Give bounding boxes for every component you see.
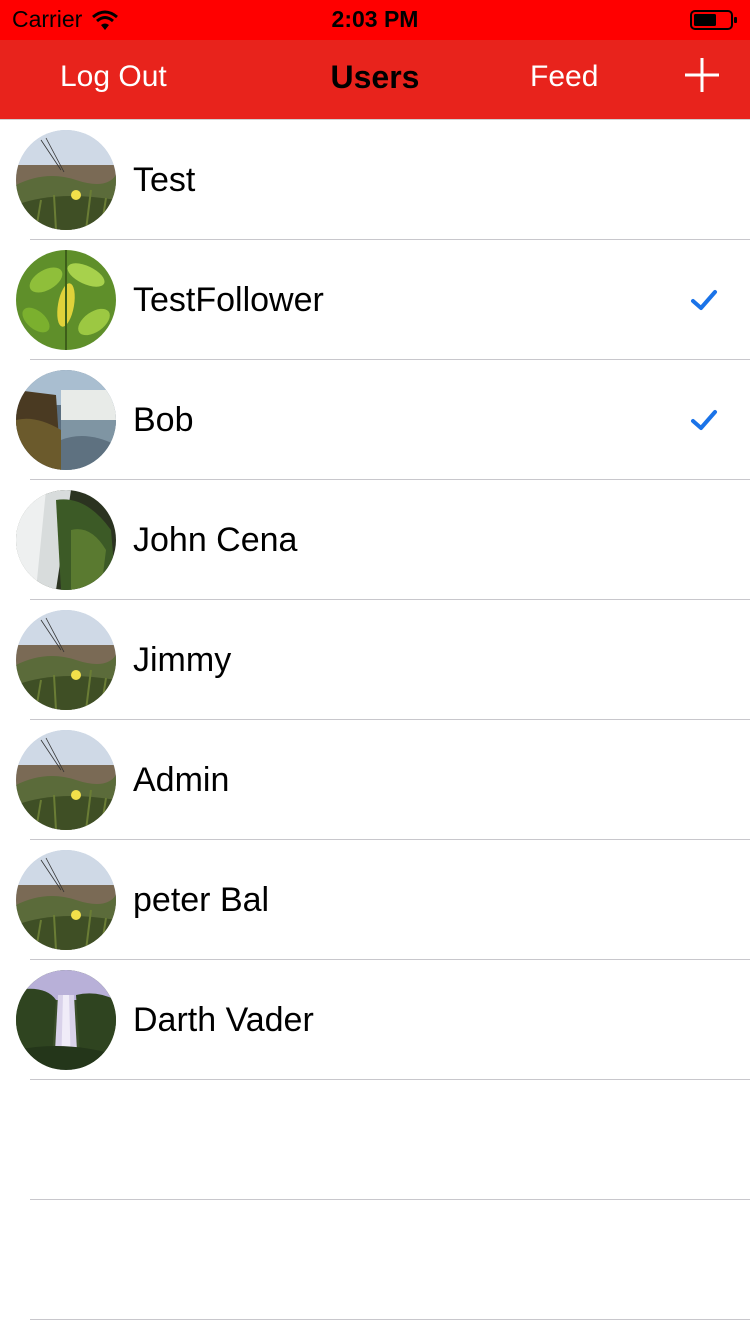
- user-name: Jimmy: [133, 641, 232, 679]
- meadow-flower-photo: [16, 730, 116, 830]
- user-name: peter Bal: [133, 881, 270, 919]
- meadow-flower-photo: [16, 850, 116, 950]
- user-list: Test TestFollower Bob John Cena Jimmy Ad…: [0, 120, 750, 1320]
- empty-row: [0, 1080, 750, 1200]
- feed-button[interactable]: Feed: [530, 60, 598, 94]
- navigation-bar: Log Out Users Feed: [0, 40, 750, 120]
- plus-icon[interactable]: [684, 57, 720, 93]
- waterfall-mossy-rock-photo: [16, 490, 116, 590]
- user-row[interactable]: Jimmy: [0, 600, 750, 720]
- checkmark-icon: [691, 410, 717, 430]
- meadow-flower-photo: [16, 130, 116, 230]
- green-leaves-photo: [16, 250, 116, 350]
- user-row[interactable]: Test: [0, 120, 750, 240]
- checkmark-icon: [691, 290, 717, 310]
- user-name: Test: [133, 161, 196, 199]
- user-row[interactable]: Darth Vader: [0, 960, 750, 1080]
- status-bar: Carrier 2:03 PM: [0, 0, 750, 40]
- waterfall-cliff-photo: [16, 370, 116, 470]
- page-title: Users: [330, 59, 420, 95]
- user-row[interactable]: Admin: [0, 720, 750, 840]
- status-time: 2:03 PM: [331, 6, 419, 32]
- user-name: Admin: [133, 761, 230, 799]
- user-name: Bob: [133, 401, 194, 439]
- tall-waterfall-photo: [16, 970, 116, 1070]
- user-name: TestFollower: [133, 281, 324, 319]
- user-name: John Cena: [133, 521, 298, 559]
- meadow-flower-photo: [16, 610, 116, 710]
- battery-icon: [690, 10, 737, 30]
- user-row[interactable]: TestFollower: [0, 240, 750, 360]
- empty-row: [0, 1200, 750, 1320]
- user-row[interactable]: peter Bal: [0, 840, 750, 960]
- user-row[interactable]: John Cena: [0, 480, 750, 600]
- user-name: Darth Vader: [133, 1001, 314, 1039]
- row-divider: [30, 1319, 750, 1320]
- user-row[interactable]: Bob: [0, 360, 750, 480]
